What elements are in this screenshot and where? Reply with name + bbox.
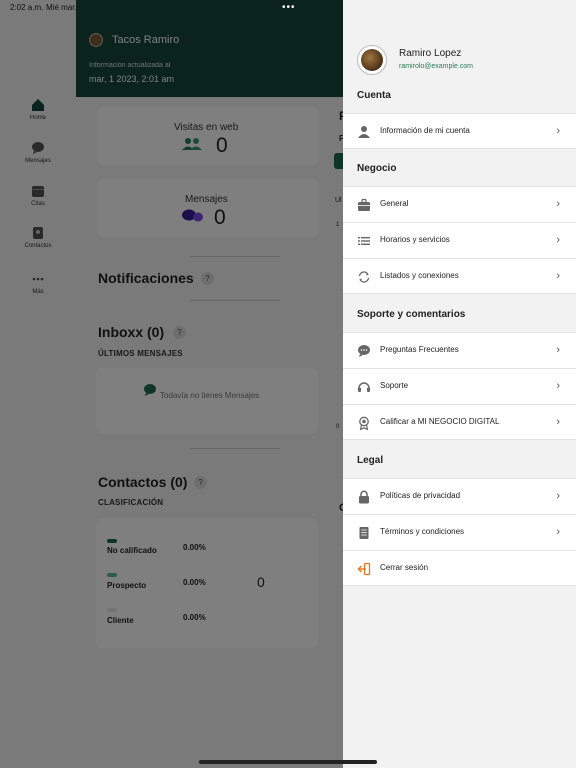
profile-header[interactable]: Ramiro Lopez ramirolo@example.com: [343, 0, 576, 84]
menu-item-label: Preguntas Frecuentes: [380, 345, 459, 354]
menu-item-horarios[interactable]: Horarios y servicios ›: [343, 222, 576, 258]
group-heading-negocio: Negocio: [357, 163, 397, 174]
user-email: ramirolo@example.com: [399, 63, 474, 70]
menu-item-terminos[interactable]: Términos y condiciones ›: [343, 514, 576, 550]
chevron-right-icon: ›: [556, 344, 560, 356]
group-heading-soporte: Soporte y comentarios: [357, 309, 466, 320]
lock-icon: [359, 490, 369, 504]
headset-icon: [358, 382, 370, 392]
settings-drawer: Ramiro Lopez ramirolo@example.com Cuenta…: [343, 0, 576, 768]
chevron-right-icon: ›: [556, 380, 560, 392]
menu-item-general[interactable]: General ›: [343, 186, 576, 222]
menu-item-label: Cerrar sesión: [380, 563, 429, 572]
chevron-right-icon: ›: [556, 234, 560, 246]
chevron-right-icon: ›: [556, 198, 560, 210]
menu-item-cuenta-info[interactable]: Información de mi cuenta ›: [343, 113, 576, 149]
document-icon: [359, 527, 369, 539]
menu-item-faq[interactable]: Preguntas Frecuentes ›: [343, 332, 576, 368]
avatar: [357, 45, 387, 75]
menu-item-label: Políticas de privacidad: [380, 491, 461, 500]
dim-overlay[interactable]: •••: [0, 0, 343, 768]
chevron-right-icon: ›: [556, 490, 560, 502]
menu-item-label: Horarios y servicios: [380, 235, 450, 244]
list-icon: [358, 237, 370, 245]
menu-item-privacidad[interactable]: Políticas de privacidad ›: [343, 478, 576, 514]
multitask-dots-icon[interactable]: •••: [282, 2, 296, 13]
chevron-right-icon: ›: [556, 125, 560, 137]
menu-item-label: Términos y condiciones: [380, 527, 465, 536]
menu-item-label: Calificar a MI NEGOCIO DIGITAL: [380, 417, 500, 426]
menu-item-label: Información de mi cuenta: [380, 126, 470, 135]
logout-icon: [357, 562, 371, 576]
person-icon: [358, 126, 370, 138]
award-icon: [359, 416, 369, 430]
menu-item-label: General: [380, 199, 409, 208]
group-heading-legal: Legal: [357, 455, 384, 466]
user-name: Ramiro Lopez: [399, 48, 462, 59]
home-indicator[interactable]: [199, 760, 377, 764]
speech-bubble-icon: [358, 345, 370, 357]
menu-item-soporte[interactable]: Soporte ›: [343, 368, 576, 404]
menu-item-listados[interactable]: Listados y conexiones ›: [343, 258, 576, 294]
chevron-right-icon: ›: [556, 270, 560, 282]
briefcase-icon: [358, 198, 370, 211]
menu-item-calificar[interactable]: Calificar a MI NEGOCIO DIGITAL ›: [343, 404, 576, 440]
menu-item-label: Soporte: [380, 381, 409, 390]
chevron-right-icon: ›: [556, 526, 560, 538]
chevron-right-icon: ›: [556, 416, 560, 428]
menu-item-cerrar-sesion[interactable]: Cerrar sesión: [343, 550, 576, 586]
group-heading-cuenta: Cuenta: [357, 90, 391, 101]
menu-item-label: Listados y conexiones: [380, 271, 459, 280]
sync-icon: [358, 271, 370, 283]
